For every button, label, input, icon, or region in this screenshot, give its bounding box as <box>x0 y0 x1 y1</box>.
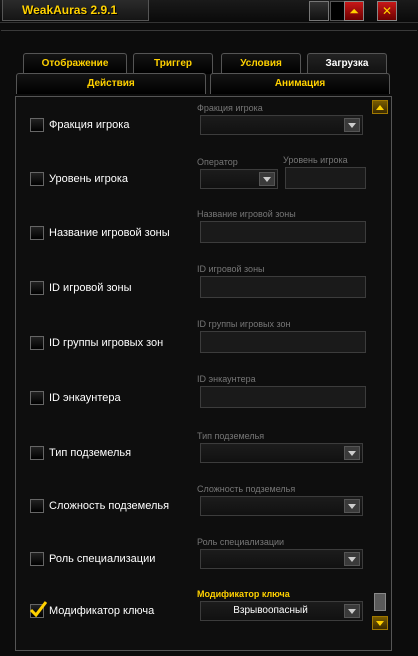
checkbox-instance-type[interactable] <box>30 446 44 460</box>
input-zone-name[interactable] <box>200 221 366 243</box>
checkbox-player-faction[interactable] <box>30 118 44 132</box>
label-encounter-id: ID энкаунтера <box>49 392 121 404</box>
dropdown-player-faction[interactable] <box>200 115 363 135</box>
caption-zone-name: Название игровой зоны <box>197 209 296 219</box>
caption-instance-type: Тип подземелья <box>197 431 265 441</box>
scroll-down-button[interactable] <box>372 616 388 630</box>
input-player-level[interactable] <box>285 167 366 189</box>
collapse-button[interactable]: ⏶ <box>344 1 364 21</box>
title-bar[interactable]: WeakAuras 2.9.1 ⏶ ✕ <box>0 0 418 23</box>
checkbox-keystone-affix[interactable] <box>29 601 47 618</box>
input-zone-id[interactable] <box>200 276 366 298</box>
dropdown-arrow-icon <box>344 604 360 618</box>
tab-trigger[interactable]: Триггер <box>133 53 213 74</box>
scrollbar[interactable] <box>372 100 388 630</box>
checkbox-zone-group-id[interactable] <box>30 336 44 350</box>
tab-conditions[interactable]: Условия <box>221 53 301 74</box>
caption-operator: Оператор <box>197 157 238 167</box>
tab-animation[interactable]: Анимация <box>210 73 390 94</box>
input-encounter-id[interactable] <box>200 386 366 408</box>
label-instance-difficulty: Сложность подземелья <box>49 500 170 512</box>
dropdown-instance-difficulty[interactable] <box>200 496 363 516</box>
checkbox-zone-name[interactable] <box>30 226 44 240</box>
label-player-faction: Фракция игрока <box>49 119 130 131</box>
dropdown-keystone-affix[interactable]: Взрывоопасный <box>200 601 363 621</box>
dropdown-instance-type[interactable] <box>200 443 363 463</box>
label-zone-id: ID игровой зоны <box>49 282 132 294</box>
checkbox-spec-role[interactable] <box>30 552 44 566</box>
tab-display[interactable]: Отображение <box>23 53 127 74</box>
label-zone-group-id: ID группы игровых зон <box>49 337 164 349</box>
label-keystone-affix: Модификатор ключа <box>49 605 155 617</box>
label-instance-type: Тип подземелья <box>49 447 132 459</box>
label-zone-name: Название игровой зоны <box>49 227 170 239</box>
caption-zone-id: ID игровой зоны <box>197 264 265 274</box>
dropdown-arrow-icon <box>344 118 360 132</box>
dropdown-value: Взрывоопасный <box>233 605 308 616</box>
checkbox-instance-difficulty[interactable] <box>30 499 44 513</box>
checkbox-player-level[interactable] <box>30 172 44 186</box>
tab-load[interactable]: Загрузка <box>307 53 387 74</box>
caption-zone-group-id: ID группы игровых зон <box>197 319 291 329</box>
blank-button[interactable] <box>309 1 329 21</box>
scroll-thumb[interactable] <box>374 593 386 611</box>
input-zone-group-id[interactable] <box>200 331 366 353</box>
checkmark-icon <box>29 601 47 617</box>
label-player-level: Уровень игрока <box>49 173 128 185</box>
checkbox-zone-id[interactable] <box>30 281 44 295</box>
close-icon: ✕ <box>381 4 393 18</box>
label-spec-role: Роль специализации <box>49 553 156 565</box>
collapse-icon: ⏶ <box>349 4 359 18</box>
checkbox-encounter-id[interactable] <box>30 391 44 405</box>
dropdown-arrow-icon <box>259 172 275 186</box>
dropdown-arrow-icon <box>344 499 360 513</box>
caption-player-level: Уровень игрока <box>283 155 348 165</box>
dropdown-operator[interactable] <box>200 169 278 189</box>
caption-player-faction: Фракция игрока <box>197 103 263 113</box>
caption-instance-difficulty: Сложность подземелья <box>197 484 296 494</box>
close-button[interactable]: ✕ <box>377 1 397 21</box>
caption-encounter-id: ID энкаунтера <box>197 374 256 384</box>
caption-keystone-affix: Модификатор ключа <box>197 589 290 599</box>
tab-actions[interactable]: Действия <box>16 73 206 94</box>
window-title: WeakAuras 2.9.1 <box>22 3 118 17</box>
dropdown-arrow-icon <box>344 552 360 566</box>
scroll-up-button[interactable] <box>372 100 388 114</box>
dropdown-spec-role[interactable] <box>200 549 363 569</box>
dropdown-arrow-icon <box>344 446 360 460</box>
caption-spec-role: Роль специализации <box>197 537 285 547</box>
